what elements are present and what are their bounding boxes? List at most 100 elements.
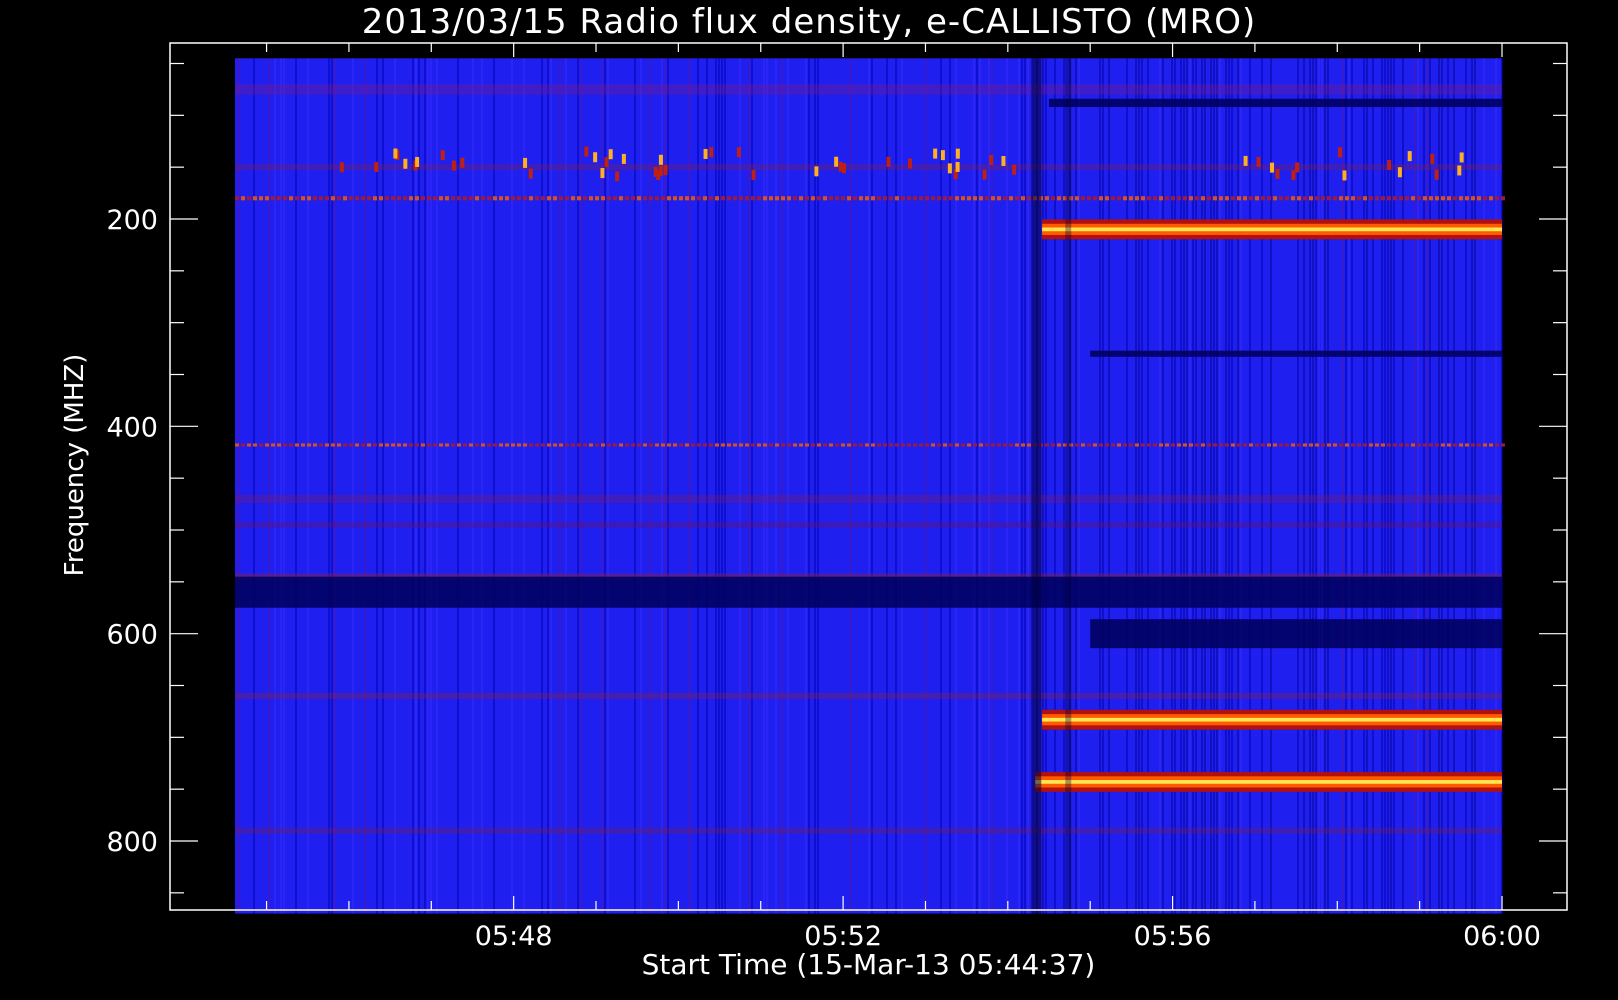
dotted-band-seg: [1267, 196, 1271, 201]
dotted-band-seg: [1279, 196, 1283, 201]
dotted-band-seg: [1159, 196, 1163, 201]
dotted-band-seg: [1045, 443, 1049, 447]
dotted-band-seg: [445, 443, 449, 447]
dotted-band-seg: [1477, 196, 1481, 201]
dotted-band-seg: [331, 443, 335, 447]
dotted-band-seg: [1021, 443, 1025, 447]
dotted-band-seg: [757, 196, 761, 201]
noise-streak: [352, 58, 354, 914]
dotted-band-seg: [1207, 196, 1211, 201]
dotted-band-seg: [1075, 443, 1079, 447]
dotted-band-seg: [667, 443, 671, 447]
dotted-band-seg: [685, 443, 689, 447]
dotted-band-seg: [565, 443, 569, 447]
dotted-band-seg: [355, 443, 359, 447]
noise-streak: [781, 58, 783, 914]
dotted-band-seg: [1399, 196, 1403, 201]
dotted-band-seg: [1183, 443, 1187, 447]
dotted-band-seg: [955, 443, 959, 447]
dotted-band-seg: [1147, 196, 1151, 201]
burst-band-peak-2: [1035, 780, 1502, 784]
dotted-band-seg: [781, 443, 785, 447]
dotted-band-seg: [619, 196, 623, 201]
dotted-band-seg: [709, 443, 713, 447]
dotted-band-seg: [1339, 196, 1343, 201]
noise-streak: [394, 58, 396, 914]
burst-band-peak-0: [1042, 227, 1502, 232]
dotted-band-seg: [1333, 196, 1337, 201]
dotted-band-seg: [925, 443, 929, 447]
dotted-band-seg: [841, 443, 845, 447]
noise-streak: [601, 58, 603, 914]
dotted-band-seg: [409, 196, 413, 201]
dotted-band-seg: [1381, 443, 1385, 447]
dotted-band-seg: [685, 196, 689, 201]
noise-streak: [481, 58, 483, 914]
dotted-band-seg: [1051, 196, 1055, 201]
dotted-band-seg: [307, 443, 311, 447]
speckle: [1001, 155, 1006, 166]
dotted-band-seg: [427, 443, 431, 447]
dotted-band-seg: [475, 196, 479, 201]
dotted-band-seg: [721, 196, 725, 201]
dotted-band-seg: [601, 196, 605, 201]
dotted-band-seg: [457, 196, 461, 201]
noise-streak: [334, 58, 336, 914]
noise-streak: [493, 58, 495, 914]
dotted-band-seg: [1279, 443, 1283, 447]
dotted-band-seg: [1495, 196, 1499, 201]
dotted-band-seg: [841, 196, 845, 201]
noise-streak: [283, 58, 285, 914]
dotted-band-seg: [505, 443, 509, 447]
dotted-band-seg: [1135, 196, 1139, 201]
dotted-band-seg: [1015, 443, 1019, 447]
dotted-band-seg: [325, 443, 329, 447]
dotted-band-seg: [1147, 443, 1151, 447]
dotted-band-seg: [595, 196, 599, 201]
dotted-band-seg: [283, 443, 287, 447]
dotted-band-seg: [709, 196, 713, 201]
dotted-band-seg: [937, 196, 941, 201]
dotted-band-seg: [337, 443, 341, 447]
noise-streak: [868, 58, 870, 914]
dotted-band-seg: [853, 196, 857, 201]
noise-streak: [775, 58, 777, 914]
noise-streak: [550, 58, 552, 914]
dotted-band-seg: [925, 196, 929, 201]
speckle: [1243, 155, 1248, 166]
dotted-band-seg: [649, 196, 653, 201]
dotted-band-seg: [253, 196, 257, 201]
speckle: [703, 148, 708, 159]
dotted-band-seg: [901, 443, 905, 447]
dotted-band-seg: [793, 443, 797, 447]
dotted-band-seg: [1183, 196, 1187, 201]
dotted-band-seg: [1087, 443, 1091, 447]
dotted-band-seg: [1459, 443, 1463, 447]
speckle: [615, 171, 620, 182]
speckle: [736, 147, 741, 158]
x-axis-label: Start Time (15-Mar-13 05:44:37): [641, 948, 1096, 981]
speckle: [584, 146, 589, 157]
dotted-band-seg: [1381, 196, 1385, 201]
dotted-band-seg: [931, 443, 935, 447]
dotted-band-seg: [1357, 443, 1361, 447]
speckle: [374, 162, 379, 173]
y-tick-label: 200: [106, 205, 158, 236]
dotted-band-seg: [1159, 443, 1163, 447]
speckle: [440, 150, 445, 161]
speckle: [658, 154, 663, 165]
dotted-band-seg: [469, 443, 473, 447]
dotted-band-seg: [607, 443, 611, 447]
dotted-band-seg: [1231, 196, 1235, 201]
dotted-band-seg: [583, 196, 587, 201]
noise-streak: [814, 58, 816, 914]
dotted-band-seg: [1375, 196, 1379, 201]
noise-streak: [724, 58, 726, 914]
faint-band: [235, 84, 1502, 95]
dotted-band-seg: [235, 443, 239, 447]
dotted-band-seg: [1351, 196, 1355, 201]
dotted-band-seg: [439, 196, 443, 201]
dotted-band-seg: [1003, 443, 1007, 447]
dotted-band-seg: [1231, 443, 1235, 447]
dotted-band-seg: [1099, 196, 1103, 201]
